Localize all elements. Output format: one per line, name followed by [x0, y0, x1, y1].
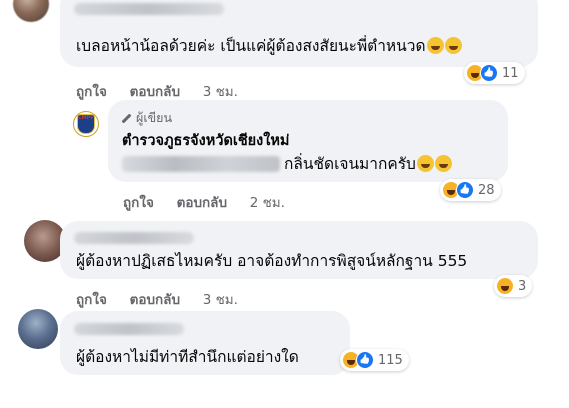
commenter-name-blurred[interactable]: [74, 232, 194, 244]
commenter-name-blurred[interactable]: [74, 3, 224, 15]
page-logo-avatar[interactable]: CMPP: [73, 111, 99, 137]
comment-bubble: ผู้ต้องหาปฏิเสธไหมครับ อาจต้องทำการพิสูจ…: [60, 221, 538, 279]
comment-time[interactable]: 2 ชม.: [250, 195, 285, 211]
commenter-avatar[interactable]: [18, 309, 58, 349]
reply-actions: ถูกใจ ตอบกลับ 2 ชม.: [123, 191, 303, 213]
pencil-icon: [120, 112, 132, 124]
reply-link[interactable]: ตอบกลับ: [177, 195, 227, 211]
reactions-summary[interactable]: 3: [494, 275, 533, 297]
reaction-count: 28: [478, 182, 495, 198]
haha-reaction-icon: [496, 277, 514, 295]
author-badge: ผู้เขียน: [120, 108, 172, 128]
like-link[interactable]: ถูกใจ: [123, 195, 154, 211]
reply-bubble: ผู้เขียน ตำรวจภูธรจังหวัดเชียงใหม่ กลิ่น…: [108, 100, 508, 182]
like-reaction-icon: [480, 64, 498, 82]
reply-link[interactable]: ตอบกลับ: [130, 292, 180, 308]
comment-text: ผู้ต้องหาไม่มีท่าทีสำนึกแต่อย่างใด: [76, 348, 299, 366]
like-link[interactable]: ถูกใจ: [76, 292, 107, 308]
tired-face-emoji: [444, 37, 462, 54]
author-badge-label: ผู้เขียน: [136, 110, 173, 125]
laughing-emoji: [434, 155, 452, 172]
author-name[interactable]: ตำรวจภูธรจังหวัดเชียงใหม่: [122, 131, 289, 151]
tired-face-emoji: [426, 37, 444, 54]
comment-text: ผู้ต้องหาปฏิเสธไหมครับ อาจต้องทำการพิสูจ…: [76, 252, 468, 270]
mentioned-name-blurred[interactable]: [122, 156, 280, 172]
comment-actions: ถูกใจ ตอบกลับ 3 ชม.: [76, 80, 256, 102]
laughing-emoji: [416, 155, 434, 172]
reactions-summary[interactable]: 115: [340, 349, 409, 371]
logo-text: CMPP: [78, 115, 94, 121]
reply-link[interactable]: ตอบกลับ: [130, 84, 180, 100]
comment-time[interactable]: 3 ชม.: [203, 292, 238, 308]
reactions-summary[interactable]: 28: [440, 179, 501, 201]
reactions-summary[interactable]: 11: [464, 62, 525, 84]
reply-text: กลิ่นชัดเจนมากครับ: [122, 154, 452, 174]
reaction-count: 11: [502, 65, 519, 81]
comment-actions: ถูกใจ ตอบกลับ 3 ชม.: [76, 288, 256, 310]
comment-bubble: ผู้ต้องหาไม่มีท่าทีสำนึกแต่อย่างใด: [60, 311, 350, 375]
reaction-count: 115: [378, 352, 403, 368]
like-link[interactable]: ถูกใจ: [76, 84, 107, 100]
comment-time[interactable]: 3 ชม.: [203, 84, 238, 100]
like-reaction-icon: [456, 181, 474, 199]
like-reaction-icon: [356, 351, 374, 369]
commenter-name-blurred[interactable]: [74, 323, 184, 335]
comment-text: เบลอหน้าน้อลด้วยค่ะ เป็นแค่ผู้ต้องสงสัยน…: [76, 36, 462, 56]
commenter-avatar[interactable]: [13, 0, 49, 22]
comment-bubble: เบลอหน้าน้อลด้วยค่ะ เป็นแค่ผู้ต้องสงสัยน…: [60, 0, 538, 67]
reaction-count: 3: [518, 278, 527, 294]
